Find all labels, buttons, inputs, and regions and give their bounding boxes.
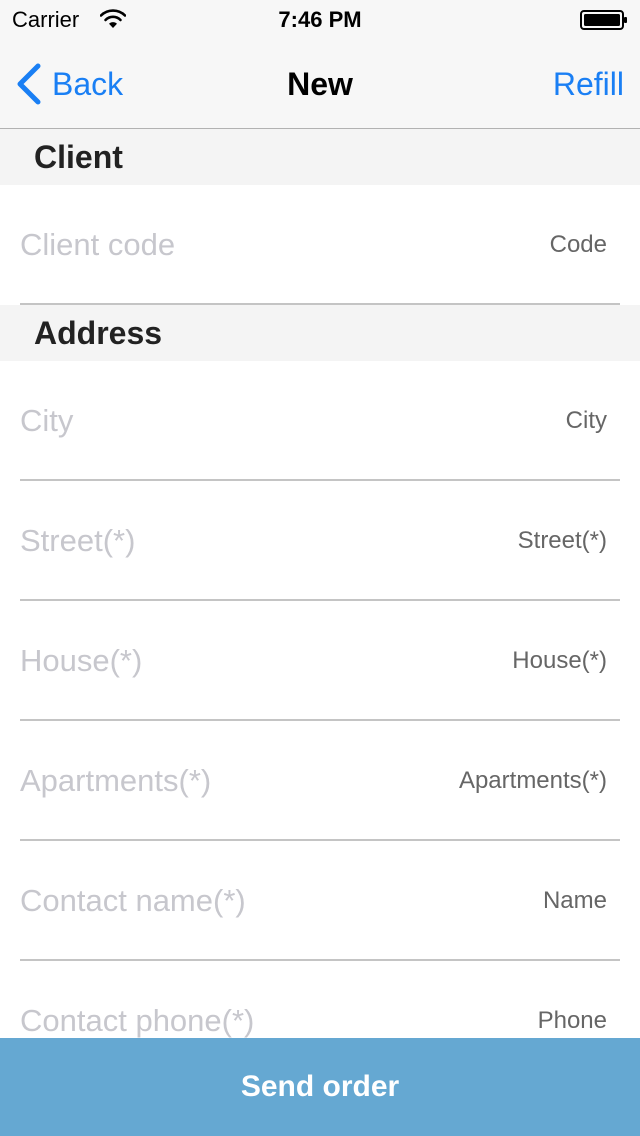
- navigation-bar: Back New Refill: [0, 40, 640, 129]
- send-order-button[interactable]: Send order: [0, 1038, 640, 1136]
- apartments-tag: Apartments(*): [458, 767, 607, 794]
- field-row-client-code: Code: [0, 185, 640, 305]
- contact-phone-tag: Phone: [537, 1007, 607, 1034]
- contact-name-input[interactable]: [20, 879, 400, 923]
- refill-button[interactable]: Refill: [553, 64, 624, 104]
- field-row-street: Street(*): [0, 481, 640, 601]
- section-header-address: Address: [0, 305, 640, 361]
- section-title-client: Client: [34, 139, 123, 175]
- status-bar: Carrier 7:46 PM: [0, 0, 640, 40]
- page-title: New: [287, 66, 353, 102]
- street-tag: Street(*): [517, 527, 607, 554]
- client-code-tag: Code: [549, 231, 607, 258]
- street-input[interactable]: [20, 519, 400, 563]
- clock-time: 7:46 PM: [278, 7, 362, 32]
- section-title-address: Address: [34, 315, 163, 351]
- house-tag: House(*): [512, 647, 607, 674]
- field-row-house: House(*): [0, 601, 640, 721]
- house-input[interactable]: [20, 639, 400, 683]
- contact-name-tag: Name: [542, 887, 607, 914]
- field-row-contact-name: Name: [0, 841, 640, 961]
- client-code-input[interactable]: [20, 223, 400, 267]
- city-input[interactable]: [20, 399, 400, 443]
- contact-phone-input[interactable]: [20, 999, 400, 1043]
- apartments-input[interactable]: [20, 759, 400, 803]
- battery-icon: [580, 10, 627, 30]
- field-row-city: City: [0, 361, 640, 481]
- field-row-apartments: Apartments(*): [0, 721, 640, 841]
- city-tag: City: [565, 407, 607, 434]
- section-header-client: Client: [0, 129, 640, 185]
